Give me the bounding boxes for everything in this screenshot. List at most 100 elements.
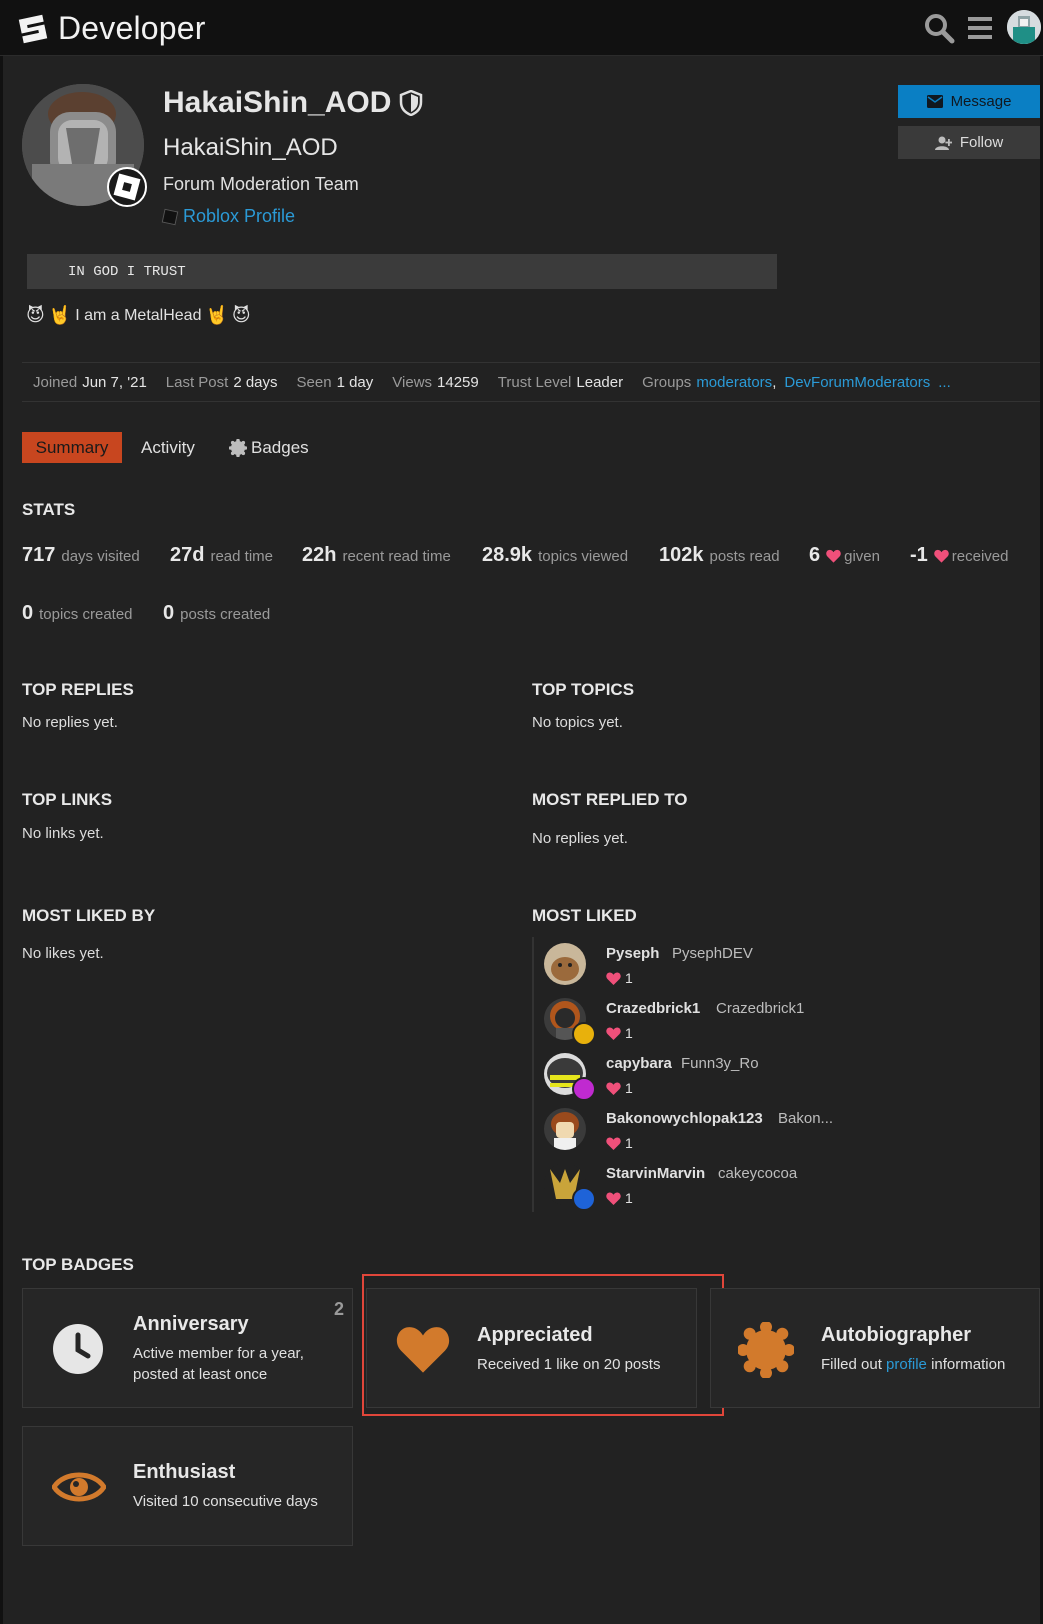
chat-flair-icon: [572, 1187, 596, 1211]
heart-icon: [606, 1026, 621, 1040]
stat-topics-viewed: 28.9k topics viewed: [482, 544, 628, 567]
username-text: HakaiShin_AOD: [163, 86, 392, 119]
stat-read-time: 27d read time: [170, 544, 273, 567]
badge-certificate-icon: [229, 438, 247, 457]
liked-count-value: 1: [625, 1190, 633, 1206]
bacon-hair-avatar-icon: [544, 1108, 586, 1150]
window-frame-left: [0, 0, 3, 1624]
badge-desc-pre: Filled out: [821, 1356, 882, 1373]
liked-user-name[interactable]: Bakonowychlopak123: [606, 1110, 763, 1127]
stat-label: posts read: [709, 548, 780, 565]
most-replied-heading: MOST REPLIED TO: [532, 790, 688, 809]
group-separator: ,: [772, 373, 777, 391]
top-links-heading: TOP LINKS: [22, 790, 113, 809]
list-item[interactable]: Crazedbrick1 Crazedbrick1 1: [534, 992, 852, 1047]
liked-user-name[interactable]: StarvinMarvin: [606, 1165, 705, 1182]
most-replied-empty: No replies yet.: [532, 830, 628, 847]
roblox-profile-link[interactable]: Roblox Profile: [161, 206, 296, 227]
message-button[interactable]: Message: [898, 85, 1040, 118]
liked-count-value: 1: [625, 1135, 633, 1151]
badge-card-enthusiast[interactable]: Enthusiast Visited 10 consecutive days: [22, 1426, 353, 1546]
most-liked-heading: MOST LIKED: [532, 906, 637, 925]
badge-card-autobiographer[interactable]: Autobiographer Filled out profile inform…: [710, 1288, 1040, 1408]
stat-label: received: [951, 548, 1009, 565]
liked-user-name[interactable]: Pyseph: [606, 945, 659, 962]
trust-level-label: Trust Level: [497, 373, 572, 391]
tab-badges[interactable]: Badges: [229, 432, 309, 463]
joined-label: Joined: [33, 373, 78, 391]
stat-likes-given: 6 given: [809, 544, 880, 567]
hammer-flair-icon: [572, 1022, 596, 1046]
badge-description-line-1: Active member for a year,: [133, 1345, 304, 1362]
follow-button-label: Follow: [959, 134, 1004, 151]
stat-number: 28.9k: [482, 544, 533, 566]
smiling-devil-icon: 😈: [26, 305, 45, 325]
list-item[interactable]: capybara Funn3y_Ro 1: [534, 1047, 852, 1102]
logo-text: Developer: [58, 10, 206, 46]
avatar-icon: [1007, 10, 1041, 44]
list-item[interactable]: Bakonowychlopak123 Bakon... 1: [534, 1102, 852, 1157]
list-item[interactable]: StarvinMarvin cakeycocoa 1: [534, 1157, 852, 1212]
group-link-moderators[interactable]: moderators: [696, 374, 772, 391]
liked-user-name[interactable]: capybara: [606, 1055, 672, 1072]
profile-meta-row: Joined Jun 7, '21 Last Post 2 days Seen …: [22, 362, 1040, 402]
stat-number: 102k: [659, 544, 704, 566]
eye-icon: [52, 1472, 106, 1502]
current-user-avatar[interactable]: [1007, 10, 1041, 44]
avatar[interactable]: [544, 943, 586, 985]
search-icon[interactable]: [922, 11, 956, 45]
heart-icon: [826, 549, 841, 563]
smiling-devil-icon: 😈: [231, 305, 251, 325]
last-post-value[interactable]: 2 days: [233, 374, 277, 391]
list-item[interactable]: Pyseph PysephDEV 1: [534, 937, 852, 992]
views-value: 14259: [437, 373, 479, 391]
liked-count: 1: [606, 1135, 633, 1151]
hamburger-menu-icon[interactable]: [964, 11, 998, 45]
stat-label: given: [844, 548, 880, 565]
groups-more-link[interactable]: ...: [938, 374, 951, 391]
clock-icon: [53, 1324, 103, 1374]
follow-button[interactable]: Follow: [898, 126, 1040, 159]
envelope-icon: [926, 95, 943, 108]
badge-card-appreciated[interactable]: Appreciated Received 1 like on 20 posts: [366, 1288, 697, 1408]
moderator-shield-icon: [400, 90, 423, 116]
roblox-mini-icon: [161, 208, 179, 225]
stat-likes-received: -1 received: [910, 544, 1009, 567]
developer-logo[interactable]: Developer: [18, 10, 206, 47]
heart-icon: [606, 971, 621, 985]
avatar[interactable]: [544, 1108, 586, 1150]
liked-user-username: PysephDEV: [672, 945, 753, 962]
top-links-empty: No links yet.: [22, 825, 104, 842]
heart-icon: [606, 1136, 621, 1150]
bio-text-line: 😈 🤘 I am a MetalHead 🤘 😈: [26, 305, 251, 326]
badge-title: Appreciated: [477, 1324, 593, 1346]
badge-title: Autobiographer: [821, 1324, 971, 1346]
badge-description-line-2: posted at least once: [133, 1366, 268, 1383]
heart-icon: [606, 1081, 621, 1095]
most-liked-list: Pyseph PysephDEV 1 Crazedbrick1 Crazedbr…: [532, 937, 852, 1212]
stat-number: -1: [910, 544, 928, 566]
tab-summary[interactable]: Summary: [22, 432, 122, 463]
stat-posts-read: 102k posts read: [659, 544, 780, 567]
most-liked-by-empty: No likes yet.: [22, 945, 104, 962]
liked-count: 1: [606, 1025, 633, 1041]
trust-level-value: Leader: [576, 373, 624, 391]
stat-number: 0: [163, 602, 175, 624]
badge-description: Received 1 like on 20 posts: [477, 1356, 661, 1373]
bio-text: I am a MetalHead: [75, 306, 202, 324]
group-link-devforummoderators[interactable]: DevForumModerators: [784, 374, 930, 391]
badge-desc-post: information: [931, 1356, 1006, 1373]
liked-count: 1: [606, 970, 633, 986]
liked-user-name[interactable]: Crazedbrick1: [606, 1000, 700, 1017]
last-post-label: Last Post: [165, 373, 229, 391]
liked-count: 1: [606, 1190, 633, 1206]
stat-label: read time: [210, 548, 273, 565]
badge-card-anniversary[interactable]: Anniversary Active member for a year, po…: [22, 1288, 353, 1408]
profile-link[interactable]: profile: [886, 1356, 927, 1373]
sign-of-horns-icon: 🤘: [205, 305, 228, 325]
stat-days-visited: 717 days visited: [22, 544, 140, 567]
roblox-profile-link-text: Roblox Profile: [183, 206, 296, 226]
stat-topics-created: 0 topics created: [22, 602, 133, 625]
tab-activity[interactable]: Activity: [141, 432, 195, 463]
groups-label: Groups: [642, 373, 692, 391]
